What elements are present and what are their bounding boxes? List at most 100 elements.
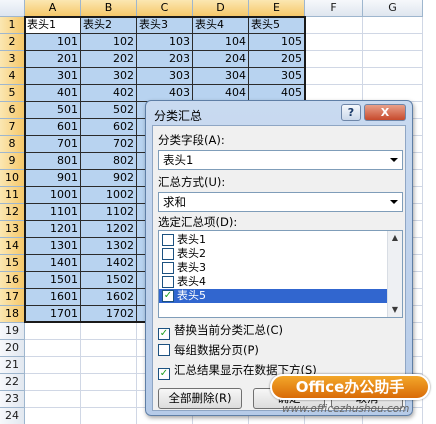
checkbox-icon[interactable] [162,234,174,246]
row-header-16[interactable]: 16 [0,272,25,289]
cell-B20[interactable] [81,340,137,357]
scroll-down-icon[interactable]: ▼ [388,303,402,317]
cell-B8[interactable]: 702 [81,136,137,153]
option-1[interactable]: ✓ 替换当前分类汇总(C) [158,322,283,340]
cell-A13[interactable]: 1201 [25,221,81,238]
column-header-B[interactable]: B [81,0,137,17]
cell-D1[interactable]: 表头4 [193,17,249,34]
cell-A24[interactable] [25,408,81,424]
cell-E1[interactable]: 表头5 [249,17,305,34]
cell-C1[interactable]: 表头3 [137,17,193,34]
list-scrollbar[interactable]: ▲ ▼ [387,231,402,317]
cell-B21[interactable] [81,357,137,374]
cell-A14[interactable]: 1301 [25,238,81,255]
cell-A17[interactable]: 1601 [25,289,81,306]
cell-A18[interactable]: 1701 [25,306,81,323]
cell-B5[interactable]: 402 [81,85,137,102]
cell-C3[interactable]: 203 [137,51,193,68]
cell-B15[interactable]: 1402 [81,255,137,272]
subtotal-item[interactable]: 表头1 [159,233,388,247]
cell-B7[interactable]: 602 [81,119,137,136]
cell-A6[interactable]: 501 [25,102,81,119]
cell-A23[interactable] [25,391,81,408]
checkbox-checked-icon[interactable]: ✓ [158,368,170,380]
cell-B18[interactable]: 1702 [81,306,137,323]
cell-E2[interactable]: 105 [249,34,305,51]
row-header-7[interactable]: 7 [0,119,25,136]
select-all-corner[interactable] [0,0,25,17]
column-header-C[interactable]: C [137,0,193,17]
cell-F2[interactable] [305,34,363,51]
cell-B10[interactable]: 902 [81,170,137,187]
close-button[interactable]: X [364,104,406,121]
cell-G3[interactable] [363,51,423,68]
cell-B12[interactable]: 1102 [81,204,137,221]
cell-D2[interactable]: 104 [193,34,249,51]
cell-C2[interactable]: 103 [137,34,193,51]
cell-B22[interactable] [81,374,137,391]
subtotal-item[interactable]: 表头2 [159,247,388,261]
cell-A2[interactable]: 101 [25,34,81,51]
row-header-2[interactable]: 2 [0,34,25,51]
cell-B16[interactable]: 1502 [81,272,137,289]
cell-A9[interactable]: 801 [25,153,81,170]
subtotal-item[interactable]: 表头4 [159,275,388,289]
cell-C4[interactable]: 303 [137,68,193,85]
cell-B19[interactable] [81,323,137,340]
cell-A15[interactable]: 1401 [25,255,81,272]
cell-B1[interactable]: 表头2 [81,17,137,34]
row-header-5[interactable]: 5 [0,85,25,102]
cell-G1[interactable] [363,17,423,34]
row-header-19[interactable]: 19 [0,323,25,340]
cell-A19[interactable] [25,323,81,340]
cell-A22[interactable] [25,374,81,391]
cancel-button[interactable]: 取消 [331,388,403,409]
row-header-6[interactable]: 6 [0,102,25,119]
cell-B2[interactable]: 102 [81,34,137,51]
remove-all-button[interactable]: 全部删除(R) [158,388,242,409]
checkbox-checked-icon[interactable]: ✓ [158,328,170,340]
cell-A21[interactable] [25,357,81,374]
cell-B3[interactable]: 202 [81,51,137,68]
cell-G2[interactable] [363,34,423,51]
row-header-23[interactable]: 23 [0,391,25,408]
checkbox-icon[interactable] [162,262,174,274]
row-header-11[interactable]: 11 [0,187,25,204]
cell-B24[interactable] [81,408,137,424]
cell-A4[interactable]: 301 [25,68,81,85]
checkbox-checked-icon[interactable]: ✓ [162,290,174,302]
checkbox-icon[interactable] [162,248,174,260]
cell-D4[interactable]: 304 [193,68,249,85]
cell-A8[interactable]: 701 [25,136,81,153]
cell-B23[interactable] [81,391,137,408]
help-button[interactable]: ? [341,104,361,121]
row-header-13[interactable]: 13 [0,221,25,238]
subtotal-item[interactable]: ✓ 表头5 [159,289,388,303]
row-header-22[interactable]: 22 [0,374,25,391]
row-header-12[interactable]: 12 [0,204,25,221]
row-header-8[interactable]: 8 [0,136,25,153]
row-header-3[interactable]: 3 [0,51,25,68]
cell-B9[interactable]: 802 [81,153,137,170]
cell-E4[interactable]: 305 [249,68,305,85]
ok-button[interactable]: 确定 [253,388,325,409]
cell-F3[interactable] [305,51,363,68]
cell-B4[interactable]: 302 [81,68,137,85]
cell-F4[interactable] [305,68,363,85]
row-header-20[interactable]: 20 [0,340,25,357]
cell-A5[interactable]: 401 [25,85,81,102]
column-header-G[interactable]: G [363,0,423,17]
row-header-4[interactable]: 4 [0,68,25,85]
cell-A1[interactable]: 表头1 [25,17,81,34]
function-select[interactable]: 求和 [158,192,403,212]
cell-B17[interactable]: 1602 [81,289,137,306]
cell-A10[interactable]: 901 [25,170,81,187]
cell-F1[interactable] [305,17,363,34]
row-header-24[interactable]: 24 [0,408,25,424]
checkbox-icon[interactable] [158,344,170,356]
column-header-E[interactable]: E [249,0,305,17]
scroll-up-icon[interactable]: ▲ [388,231,402,245]
row-header-1[interactable]: 1 [0,17,25,34]
cell-A7[interactable]: 601 [25,119,81,136]
row-header-9[interactable]: 9 [0,153,25,170]
